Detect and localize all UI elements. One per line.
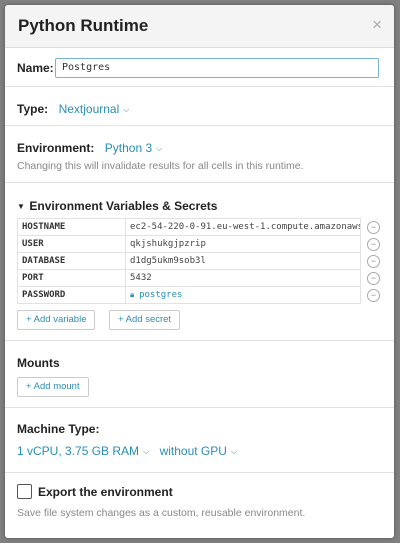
type-value: Nextjournal	[58, 102, 120, 116]
env-var-value[interactable]: 5432	[125, 269, 361, 287]
environment-section: Environment: Python 3 ⌵ Changing this wil…	[5, 126, 394, 183]
type-dropdown[interactable]: Nextjournal ⌵	[59, 100, 130, 117]
chevron-down-icon: ⌵	[123, 105, 130, 114]
type-label: Type:	[17, 102, 49, 116]
remove-circle-icon[interactable]: −	[367, 289, 380, 302]
env-var-key[interactable]: PORT	[17, 269, 126, 287]
cpu-value: 1 vCPU, 3.75 GB RAM	[17, 444, 140, 458]
add-mount-button[interactable]: + Add mount	[17, 377, 89, 397]
remove-circle-icon[interactable]: −	[367, 238, 380, 251]
secret-name: postgres	[139, 290, 183, 300]
machine-section: Machine Type: 1 vCPU, 3.75 GB RAM ⌵ witho…	[5, 408, 394, 473]
env-vars-toggle[interactable]: ▼ Environment Variables & Secrets	[17, 197, 217, 215]
env-var-row: PASSWORD 🔒︎ postgres	[17, 286, 361, 304]
env-var-row: USER qkjshukgjpzrip	[17, 235, 361, 253]
env-var-row: PORT 5432	[17, 269, 361, 287]
type-section: Type: Nextjournal ⌵	[5, 87, 394, 126]
mounts-heading: Mounts	[17, 356, 60, 370]
env-vars-heading: Environment Variables & Secrets	[29, 199, 218, 213]
triangle-down-icon: ▼	[17, 202, 25, 211]
env-var-key[interactable]: HOSTNAME	[17, 218, 126, 236]
name-section: Name:	[5, 48, 394, 87]
env-var-value[interactable]: d1dg5ukm9sob3l	[125, 252, 361, 270]
close-icon[interactable]: ×	[372, 15, 382, 35]
remove-circle-icon[interactable]: −	[367, 221, 380, 234]
environment-dropdown[interactable]: Python 3 ⌵	[105, 139, 162, 156]
chevron-down-icon: ⌵	[156, 144, 163, 153]
env-var-value[interactable]: ec2-54-220-0-91.eu-west-1.compute.amazon…	[125, 218, 361, 236]
env-var-key[interactable]: PASSWORD	[17, 286, 126, 304]
environment-label: Environment:	[17, 141, 95, 155]
env-var-key[interactable]: USER	[17, 235, 126, 253]
remove-circle-icon[interactable]: −	[367, 255, 380, 268]
env-var-row: HOSTNAME ec2-54-220-0-91.eu-west-1.comput…	[17, 218, 361, 236]
env-var-key[interactable]: DATABASE	[17, 252, 126, 270]
environment-value: Python 3	[104, 141, 153, 155]
machine-label: Machine Type:	[17, 422, 100, 436]
name-input[interactable]	[55, 58, 379, 78]
env-var-row: DATABASE d1dg5ukm9sob3l	[17, 252, 361, 270]
add-secret-button[interactable]: + Add secret	[109, 310, 181, 330]
name-label: Name:	[17, 61, 54, 75]
env-secret-value[interactable]: 🔒︎ postgres	[125, 286, 361, 304]
gpu-dropdown[interactable]: without GPU ⌵	[160, 442, 237, 459]
chevron-down-icon: ⌵	[230, 447, 238, 456]
mounts-section: Mounts + Add mount	[5, 341, 394, 408]
export-note: Save file system changes as a custom, re…	[17, 507, 306, 519]
cpu-dropdown[interactable]: 1 vCPU, 3.75 GB RAM ⌵	[17, 442, 154, 459]
add-variable-button[interactable]: + Add variable	[17, 310, 96, 330]
runtime-modal: Python Runtime × Name: Type: Nextjournal…	[5, 5, 394, 538]
export-checkbox[interactable]	[17, 484, 32, 499]
modal-title: Python Runtime	[18, 16, 149, 35]
remove-circle-icon[interactable]: −	[367, 272, 380, 285]
env-vars-table: HOSTNAME ec2-54-220-0-91.eu-west-1.comput…	[17, 218, 361, 304]
env-var-value[interactable]: qkjshukgjpzrip	[125, 235, 361, 253]
environment-note: Changing this will invalidate results fo…	[17, 160, 304, 172]
gpu-value: without GPU	[159, 444, 227, 458]
export-label: Export the environment	[38, 485, 173, 499]
chevron-down-icon: ⌵	[143, 447, 150, 456]
export-section: Export the environment Save file system …	[5, 473, 394, 535]
modal-header: Python Runtime ×	[5, 5, 394, 48]
env-vars-section: ▼ Environment Variables & Secrets HOSTNA…	[5, 183, 394, 341]
lock-icon: 🔒︎	[130, 290, 140, 299]
